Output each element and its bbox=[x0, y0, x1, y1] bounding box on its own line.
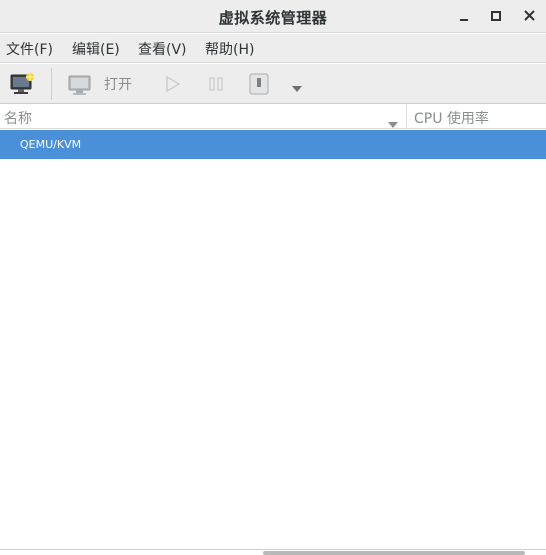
maximize-icon bbox=[491, 11, 501, 21]
bottom-divider bbox=[0, 549, 546, 550]
shutdown-menu-button[interactable] bbox=[291, 79, 303, 92]
chevron-down-icon bbox=[292, 86, 302, 92]
play-icon bbox=[166, 75, 181, 93]
column-header-cpu[interactable]: CPU 使用率 bbox=[414, 108, 489, 128]
column-header-name[interactable]: 名称 bbox=[4, 108, 32, 128]
sort-column-button[interactable] bbox=[388, 114, 398, 128]
new-vm-button[interactable] bbox=[10, 72, 36, 96]
maximize-button[interactable] bbox=[487, 7, 505, 25]
toolbar: 打开 bbox=[0, 64, 546, 104]
minimize-icon bbox=[460, 19, 468, 21]
connection-name: QEMU/KVM bbox=[20, 138, 82, 151]
chevron-down-icon bbox=[388, 122, 398, 128]
table-header: 名称 CPU 使用率 bbox=[0, 105, 546, 129]
power-icon bbox=[249, 73, 269, 95]
menu-edit[interactable]: 编辑(E) bbox=[72, 39, 120, 59]
close-button[interactable] bbox=[521, 7, 539, 25]
close-icon bbox=[524, 10, 535, 21]
open-label[interactable]: 打开 bbox=[104, 74, 132, 94]
new-vm-icon bbox=[10, 73, 34, 94]
horizontal-scrollbar[interactable] bbox=[263, 551, 525, 555]
toolbar-separator bbox=[51, 68, 52, 100]
open-button[interactable] bbox=[68, 74, 92, 96]
menu-file[interactable]: 文件(F) bbox=[6, 39, 53, 59]
title-bar: 虚拟系统管理器 bbox=[0, 0, 546, 33]
menu-view[interactable]: 查看(V) bbox=[138, 39, 187, 59]
pause-button[interactable] bbox=[207, 75, 225, 93]
minimize-button[interactable] bbox=[455, 7, 473, 25]
column-divider[interactable] bbox=[406, 105, 407, 129]
table-row[interactable]: QEMU/KVM bbox=[0, 130, 546, 159]
menu-bar: 文件(F) 编辑(E) 查看(V) 帮助(H) bbox=[0, 34, 546, 63]
pause-icon bbox=[209, 77, 223, 91]
shutdown-button[interactable] bbox=[249, 72, 269, 96]
run-button[interactable] bbox=[165, 75, 181, 93]
monitor-icon bbox=[68, 75, 91, 95]
menu-help[interactable]: 帮助(H) bbox=[205, 39, 254, 59]
